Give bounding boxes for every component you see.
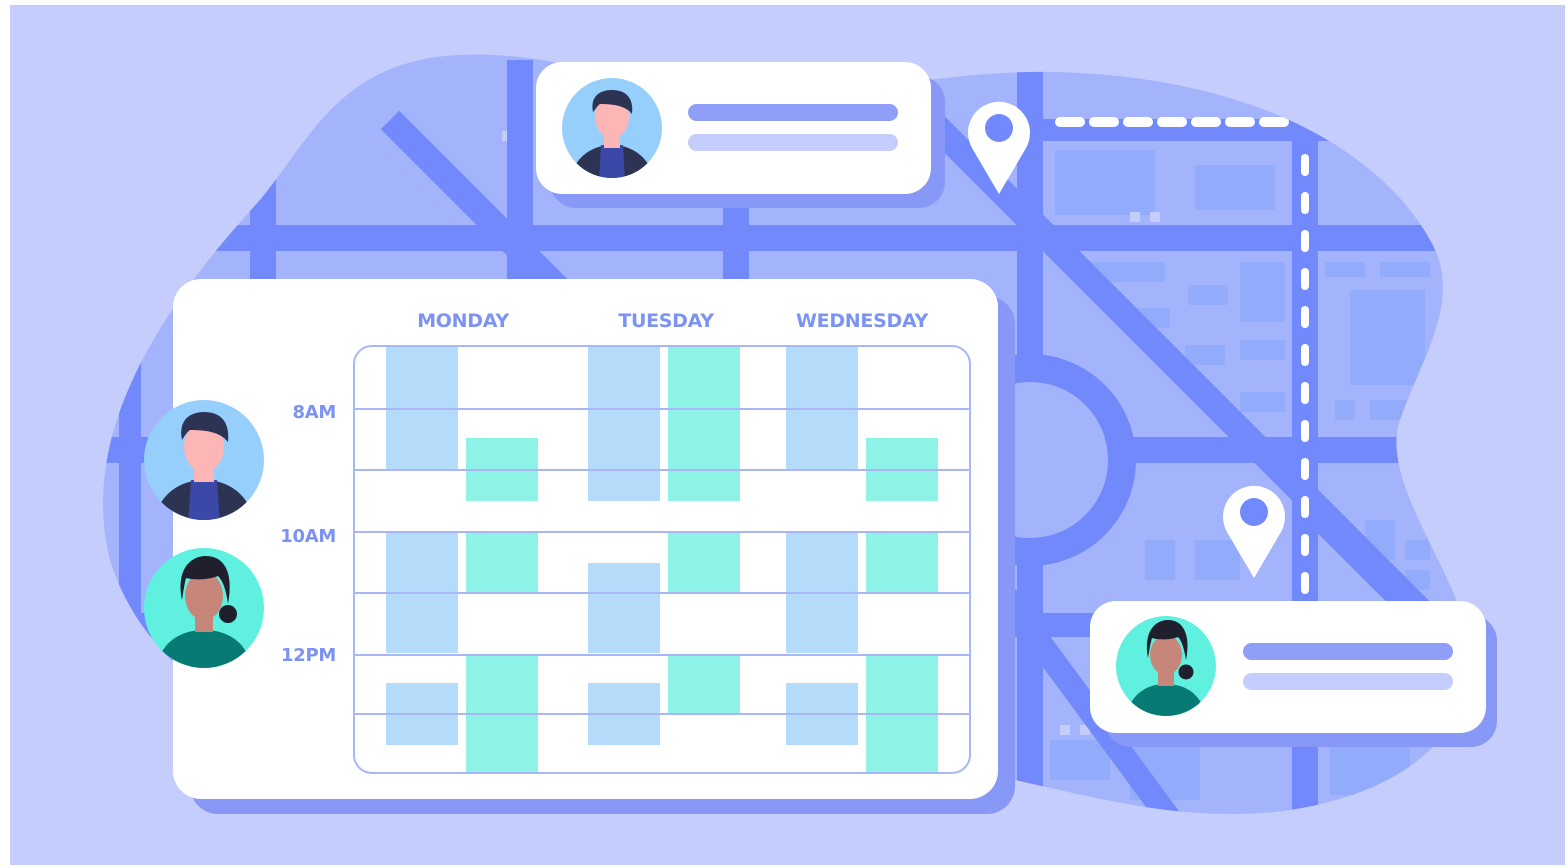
schedule-calendar: MONDAY TUESDAY WEDNESDAY 8AM 10AM 12PM [144, 279, 1015, 814]
driver-card-top[interactable] [536, 62, 945, 208]
event-block[interactable] [466, 532, 538, 593]
event-block[interactable] [588, 563, 660, 653]
event-block[interactable] [668, 532, 740, 593]
time-label-12pm: 12PM [281, 645, 336, 666]
scene-illustration: MONDAY TUESDAY WEDNESDAY 8AM 10AM 12PM [0, 0, 1567, 867]
event-block[interactable] [588, 347, 660, 501]
day-header-wednesday: WEDNESDAY [796, 310, 929, 332]
driver-card-top-line-1 [688, 104, 898, 121]
driver-card-bottom-line-2 [1243, 673, 1453, 690]
day-header-monday: MONDAY [417, 310, 509, 332]
time-label-10am: 10AM [280, 526, 336, 547]
driver-card-top-line-2 [688, 134, 898, 151]
event-block[interactable] [668, 656, 740, 714]
day-header-tuesday: TUESDAY [618, 310, 714, 332]
driver-card-bottom-line-1 [1243, 643, 1453, 660]
event-block[interactable] [668, 347, 740, 501]
event-block[interactable] [866, 532, 938, 593]
driver-card-bottom[interactable] [1090, 601, 1497, 747]
time-label-8am: 8AM [293, 402, 336, 423]
